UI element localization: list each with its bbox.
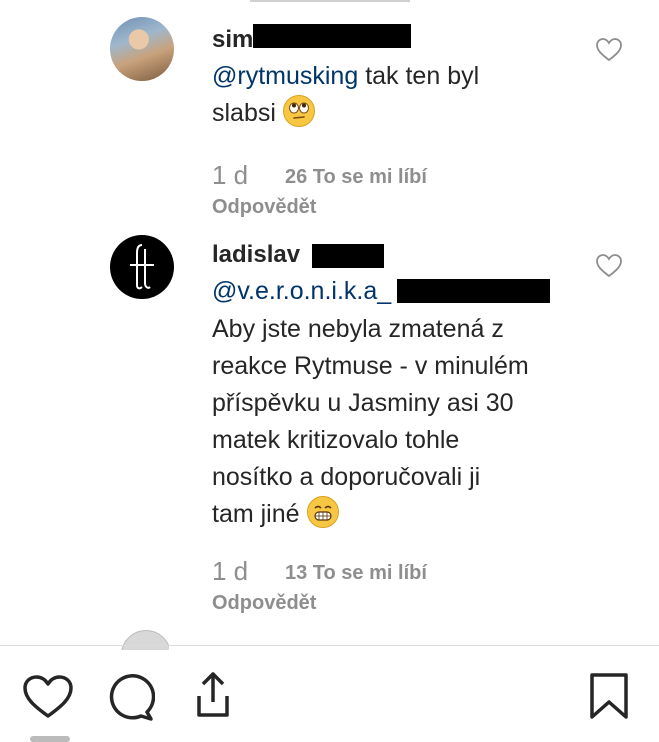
avatar[interactable] xyxy=(110,235,174,299)
comment-line: Aby jste nebyla zmatená z xyxy=(212,315,504,343)
comment-2: ladislav @v.e.r.o.n.i.k.a_ Aby jste neby… xyxy=(0,0,659,620)
share-icon[interactable] xyxy=(183,668,235,725)
grin-emoji xyxy=(306,496,339,528)
action-bar-divider xyxy=(0,645,659,646)
reply-button[interactable]: Odpovědět xyxy=(212,592,316,615)
mention-link[interactable]: @v.e.r.o.n.i.k.a_ xyxy=(212,277,391,305)
logo-icon xyxy=(130,244,154,290)
like-heart-icon[interactable] xyxy=(596,254,622,278)
comment-mention-line: @v.e.r.o.n.i.k.a_ xyxy=(212,273,391,310)
comment-line: reakce Rytmuse - v minulém xyxy=(212,352,529,380)
comment-time: 1 d xyxy=(212,556,249,586)
comment-line: nosítko a doporučovali ji xyxy=(212,463,481,491)
comment-body: Aby jste nebyla zmatená z reakce Rytmuse… xyxy=(212,311,529,533)
comment-line: matek kritizovalo tohle xyxy=(212,426,460,454)
bottom-scroll-hint xyxy=(30,736,70,742)
bookmark-icon[interactable] xyxy=(588,672,630,727)
redacted-username xyxy=(312,244,384,268)
redacted-mention xyxy=(397,279,550,303)
next-comment-avatar[interactable] xyxy=(121,630,169,650)
comment-icon[interactable] xyxy=(103,672,156,727)
comment-line-last: tam jiné xyxy=(212,496,529,533)
comment-username[interactable]: ladislav xyxy=(212,241,300,269)
heart-icon[interactable] xyxy=(22,674,74,725)
comment-line: příspěvku u Jasminy asi 30 xyxy=(212,389,514,417)
comment-likes[interactable]: 13 To se mi líbí xyxy=(285,562,427,585)
